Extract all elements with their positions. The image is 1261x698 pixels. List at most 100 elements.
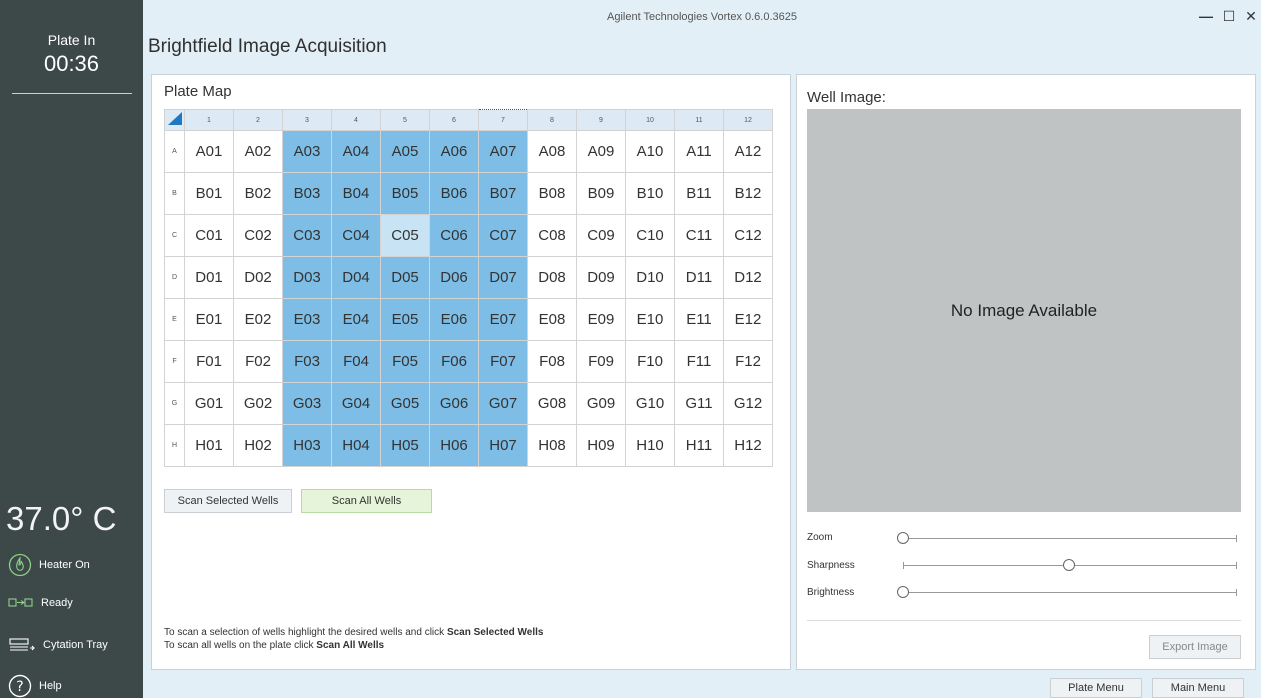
well-B12[interactable]: B12 [723, 172, 773, 215]
well-C09[interactable]: C09 [576, 214, 626, 257]
well-D08[interactable]: D08 [527, 256, 577, 299]
well-D05[interactable]: D05 [380, 256, 430, 299]
close-icon[interactable]: ✕ [1242, 8, 1260, 25]
row-header-E[interactable]: E [164, 298, 185, 341]
well-F01[interactable]: F01 [184, 340, 234, 383]
well-E06[interactable]: E06 [429, 298, 479, 341]
row-header-A[interactable]: A [164, 130, 185, 173]
well-H01[interactable]: H01 [184, 424, 234, 467]
select-all-corner[interactable] [164, 109, 185, 131]
zoom-slider[interactable] [903, 538, 1236, 539]
well-E10[interactable]: E10 [625, 298, 675, 341]
column-header-3[interactable]: 3 [282, 109, 332, 131]
scan-selected-wells-button[interactable]: Scan Selected Wells [164, 489, 292, 513]
well-D07[interactable]: D07 [478, 256, 528, 299]
well-F12[interactable]: F12 [723, 340, 773, 383]
well-F11[interactable]: F11 [674, 340, 724, 383]
sharpness-slider-thumb[interactable] [1063, 559, 1075, 571]
well-G03[interactable]: G03 [282, 382, 332, 425]
well-G07[interactable]: G07 [478, 382, 528, 425]
well-H09[interactable]: H09 [576, 424, 626, 467]
column-header-2[interactable]: 2 [233, 109, 283, 131]
heater-status[interactable]: Heater On [8, 553, 90, 577]
well-D12[interactable]: D12 [723, 256, 773, 299]
main-menu-button[interactable]: Main Menu [1152, 678, 1244, 698]
well-G05[interactable]: G05 [380, 382, 430, 425]
brightness-slider-thumb[interactable] [897, 586, 909, 598]
well-E07[interactable]: E07 [478, 298, 528, 341]
well-G04[interactable]: G04 [331, 382, 381, 425]
well-F04[interactable]: F04 [331, 340, 381, 383]
well-G10[interactable]: G10 [625, 382, 675, 425]
well-C04[interactable]: C04 [331, 214, 381, 257]
well-C10[interactable]: C10 [625, 214, 675, 257]
well-F03[interactable]: F03 [282, 340, 332, 383]
column-header-11[interactable]: 11 [674, 109, 724, 131]
well-G01[interactable]: G01 [184, 382, 234, 425]
well-B03[interactable]: B03 [282, 172, 332, 215]
well-E04[interactable]: E04 [331, 298, 381, 341]
well-F09[interactable]: F09 [576, 340, 626, 383]
well-H11[interactable]: H11 [674, 424, 724, 467]
well-D01[interactable]: D01 [184, 256, 234, 299]
well-D02[interactable]: D02 [233, 256, 283, 299]
well-A12[interactable]: A12 [723, 130, 773, 173]
well-A01[interactable]: A01 [184, 130, 234, 173]
column-header-12[interactable]: 12 [723, 109, 773, 131]
column-header-9[interactable]: 9 [576, 109, 626, 131]
column-header-8[interactable]: 8 [527, 109, 577, 131]
column-header-7[interactable]: 7 [478, 109, 528, 131]
export-image-button[interactable]: Export Image [1149, 635, 1241, 659]
well-C07[interactable]: C07 [478, 214, 528, 257]
well-C11[interactable]: C11 [674, 214, 724, 257]
well-H05[interactable]: H05 [380, 424, 430, 467]
well-B11[interactable]: B11 [674, 172, 724, 215]
well-E12[interactable]: E12 [723, 298, 773, 341]
well-D09[interactable]: D09 [576, 256, 626, 299]
well-E01[interactable]: E01 [184, 298, 234, 341]
well-H07[interactable]: H07 [478, 424, 528, 467]
well-D11[interactable]: D11 [674, 256, 724, 299]
well-C08[interactable]: C08 [527, 214, 577, 257]
well-E11[interactable]: E11 [674, 298, 724, 341]
well-G09[interactable]: G09 [576, 382, 626, 425]
well-D03[interactable]: D03 [282, 256, 332, 299]
column-header-5[interactable]: 5 [380, 109, 430, 131]
well-F05[interactable]: F05 [380, 340, 430, 383]
column-header-1[interactable]: 1 [184, 109, 234, 131]
well-F08[interactable]: F08 [527, 340, 577, 383]
well-A03[interactable]: A03 [282, 130, 332, 173]
well-E09[interactable]: E09 [576, 298, 626, 341]
column-header-4[interactable]: 4 [331, 109, 381, 131]
well-G06[interactable]: G06 [429, 382, 479, 425]
row-header-B[interactable]: B [164, 172, 185, 215]
minimize-icon[interactable]: — [1197, 8, 1215, 24]
well-C06[interactable]: C06 [429, 214, 479, 257]
column-header-6[interactable]: 6 [429, 109, 479, 131]
well-B10[interactable]: B10 [625, 172, 675, 215]
well-H06[interactable]: H06 [429, 424, 479, 467]
well-C05[interactable]: C05 [380, 214, 430, 257]
well-H10[interactable]: H10 [625, 424, 675, 467]
well-G08[interactable]: G08 [527, 382, 577, 425]
row-header-H[interactable]: H [164, 424, 185, 467]
well-B01[interactable]: B01 [184, 172, 234, 215]
well-A11[interactable]: A11 [674, 130, 724, 173]
well-A08[interactable]: A08 [527, 130, 577, 173]
well-C02[interactable]: C02 [233, 214, 283, 257]
well-E08[interactable]: E08 [527, 298, 577, 341]
well-B07[interactable]: B07 [478, 172, 528, 215]
well-B06[interactable]: B06 [429, 172, 479, 215]
row-header-F[interactable]: F [164, 340, 185, 383]
zoom-slider-thumb[interactable] [897, 532, 909, 544]
scan-all-wells-button[interactable]: Scan All Wells [301, 489, 432, 513]
row-header-G[interactable]: G [164, 382, 185, 425]
well-B05[interactable]: B05 [380, 172, 430, 215]
well-A10[interactable]: A10 [625, 130, 675, 173]
well-G11[interactable]: G11 [674, 382, 724, 425]
well-H04[interactable]: H04 [331, 424, 381, 467]
well-E02[interactable]: E02 [233, 298, 283, 341]
well-B08[interactable]: B08 [527, 172, 577, 215]
brightness-slider[interactable] [903, 592, 1236, 593]
help-button[interactable]: ? Help [8, 674, 62, 698]
